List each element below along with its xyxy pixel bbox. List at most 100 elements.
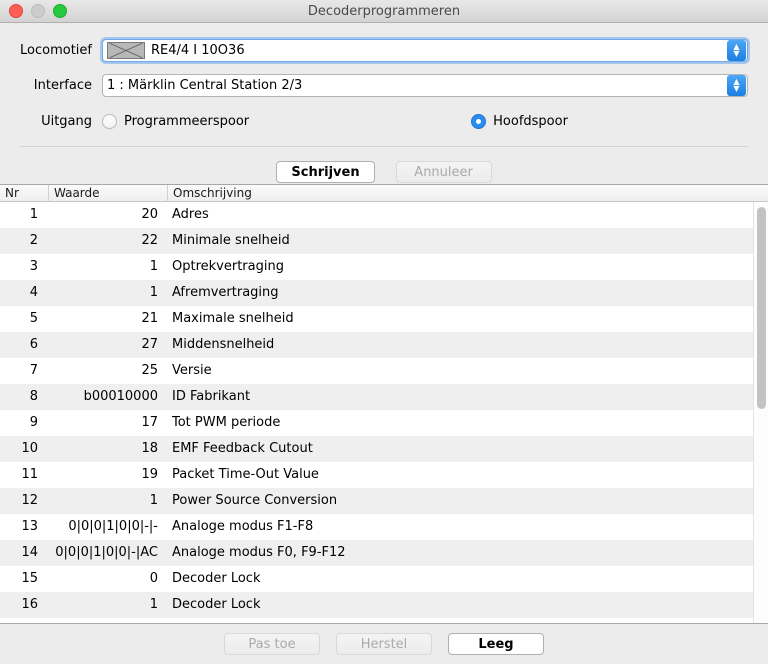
- cell-waarde[interactable]: b00010000: [48, 384, 167, 410]
- up-down-stepper-icon[interactable]: ▲ ▼: [727, 39, 746, 61]
- table-row[interactable]: 14 0|0|0|1|0|0|-|AC Analoge modus F0, F9-F…: [0, 540, 768, 566]
- radio-programmeerspoor[interactable]: Programmeerspoor: [102, 113, 250, 129]
- radio-indicator: [102, 113, 117, 129]
- table-row[interactable]: 3 1 Optrekvertraging: [0, 254, 768, 280]
- cell-omschrijving: ID Fabrikant: [172, 389, 251, 404]
- cell-waarde[interactable]: 0|0|0|1|0|0|-|AC: [48, 540, 167, 566]
- up-down-stepper-icon[interactable]: ▲ ▼: [727, 74, 746, 96]
- output-radio-group: Programmeerspoor Hoofdspoor: [102, 113, 768, 129]
- cell-omschrijving: Afremvertraging: [172, 285, 279, 300]
- cell-nr: 8: [29, 389, 38, 404]
- cell-waarde[interactable]: 27: [48, 332, 167, 358]
- cell-omschrijving: Power Source Conversion: [172, 493, 338, 508]
- window-title: Decoderprogrammeren: [307, 3, 461, 19]
- cell-omschrijving: Minimale snelheid: [172, 233, 290, 248]
- cell-waarde[interactable]: 19: [48, 462, 167, 488]
- table-row[interactable]: 12 1 Power Source Conversion: [0, 488, 768, 514]
- table-row[interactable]: 13 0|0|0|1|0|0|-|- Analoge modus F1-F8: [0, 514, 768, 540]
- cell-waarde[interactable]: 0|0|0|1|0|0|-|-: [48, 514, 167, 540]
- cell-nr: 16: [21, 597, 38, 612]
- cancel-button: Annuleer: [395, 161, 492, 183]
- locomotive-combobox-content: RE4/4 I 10O36: [103, 40, 727, 61]
- locomotive-value: RE4/4 I 10O36: [151, 42, 245, 58]
- table-row[interactable]: 15 0 Decoder Lock: [0, 566, 768, 592]
- radio-hoofdspoor-label: Hoofdspoor: [493, 113, 568, 129]
- cell-waarde[interactable]: 1: [48, 254, 167, 280]
- broken-image-icon: [107, 41, 145, 59]
- clear-button[interactable]: Leeg: [448, 633, 544, 655]
- cell-omschrijving: Packet Time-Out Value: [172, 467, 319, 482]
- cell-waarde[interactable]: 20: [48, 202, 167, 228]
- radio-programmeerspoor-label: Programmeerspoor: [124, 113, 250, 129]
- cell-omschrijving: EMF Feedback Cutout: [172, 441, 313, 456]
- column-header-nr[interactable]: Nr: [0, 185, 48, 202]
- interface-combobox[interactable]: 1 : Märklin Central Station 2/3 ▲ ▼: [102, 73, 748, 97]
- output-row: Uitgang Programmeerspoor Hoofdspoor: [0, 105, 768, 137]
- form-divider: [20, 146, 748, 147]
- scrollbar-thumb[interactable]: [757, 207, 766, 409]
- cell-nr: 9: [29, 415, 38, 430]
- action-buttons: Schrijven Annuleer: [0, 160, 768, 184]
- cell-waarde[interactable]: 1: [48, 592, 167, 618]
- cell-nr: 5: [29, 311, 38, 326]
- locomotive-combobox[interactable]: RE4/4 I 10O36 ▲ ▼: [102, 38, 748, 62]
- titlebar: Decoderprogrammeren: [0, 0, 768, 23]
- cv-table: Nr Waarde Omschrijving 1 20 Adres 2 22 Minima…: [0, 184, 768, 624]
- write-button[interactable]: Schrijven: [276, 161, 375, 183]
- cell-waarde[interactable]: 17: [48, 410, 167, 436]
- locomotive-label: Locomotief: [20, 42, 92, 58]
- zoom-button[interactable]: [53, 4, 67, 18]
- cell-nr: 12: [21, 493, 38, 508]
- cell-nr: 11: [21, 467, 38, 482]
- table-body: 1 20 Adres 2 22 Minimale snelheid 3 1 Optrekvert…: [0, 202, 768, 623]
- cell-omschrijving: Optrekvertraging: [172, 259, 284, 274]
- output-label: Uitgang: [41, 113, 92, 129]
- table-row[interactable]: 16 1 Decoder Lock: [0, 592, 768, 618]
- chevron-down-icon: ▼: [733, 49, 740, 58]
- cell-nr: 14: [21, 545, 38, 560]
- interface-combobox-content: 1 : Märklin Central Station 2/3: [103, 75, 727, 96]
- cell-nr: 6: [29, 337, 38, 352]
- interface-label: Interface: [33, 77, 92, 93]
- interface-value: 1 : Märklin Central Station 2/3: [107, 77, 303, 93]
- column-header-waarde[interactable]: Waarde: [48, 185, 167, 202]
- cell-waarde[interactable]: 1: [48, 488, 167, 514]
- table-row[interactable]: 8 b00010000 ID Fabrikant: [0, 384, 768, 410]
- chevron-down-icon: ▼: [733, 84, 740, 93]
- table-row[interactable]: 5 21 Maximale snelheid: [0, 306, 768, 332]
- table-row[interactable]: 11 19 Packet Time-Out Value: [0, 462, 768, 488]
- close-button[interactable]: [9, 4, 23, 18]
- cell-waarde[interactable]: 22: [48, 228, 167, 254]
- cell-nr: 13: [21, 519, 38, 534]
- cell-waarde[interactable]: 21: [48, 306, 167, 332]
- table-row[interactable]: 1 20 Adres: [0, 202, 768, 228]
- footer-buttons: Pas toe Herstel Leeg: [0, 624, 768, 664]
- cell-nr: 4: [29, 285, 38, 300]
- radio-hoofdspoor[interactable]: Hoofdspoor: [471, 113, 568, 129]
- cell-omschrijving: Decoder Lock: [172, 571, 261, 586]
- column-header-omschrijving[interactable]: Omschrijving: [167, 185, 768, 202]
- cell-nr: 2: [29, 233, 38, 248]
- form-panel: Locomotief RE4/4 I 10O36 ▲ ▼ Interface 1…: [0, 23, 768, 184]
- cell-nr: 3: [29, 259, 38, 274]
- apply-button: Pas toe: [224, 633, 320, 655]
- cell-omschrijving: Maximale snelheid: [172, 311, 294, 326]
- cell-waarde[interactable]: 25: [48, 358, 167, 384]
- cell-omschrijving: Analoge modus F0, F9-F12: [172, 545, 346, 560]
- vertical-scrollbar[interactable]: [753, 202, 768, 623]
- minimize-button[interactable]: [31, 4, 45, 18]
- table-row[interactable]: 10 18 EMF Feedback Cutout: [0, 436, 768, 462]
- cell-omschrijving: Tot PWM periode: [172, 415, 281, 430]
- cell-waarde[interactable]: 18: [48, 436, 167, 462]
- table-row[interactable]: 7 25 Versie: [0, 358, 768, 384]
- cell-nr: 7: [29, 363, 38, 378]
- table-row[interactable]: 6 27 Middensnelheid: [0, 332, 768, 358]
- table-row[interactable]: 4 1 Afremvertraging: [0, 280, 768, 306]
- table-header: Nr Waarde Omschrijving: [0, 185, 768, 202]
- cell-waarde[interactable]: 1: [48, 280, 167, 306]
- cell-waarde[interactable]: 0: [48, 566, 167, 592]
- table-row[interactable]: 9 17 Tot PWM periode: [0, 410, 768, 436]
- reset-button: Herstel: [336, 633, 432, 655]
- cell-nr: 10: [21, 441, 38, 456]
- table-row[interactable]: 2 22 Minimale snelheid: [0, 228, 768, 254]
